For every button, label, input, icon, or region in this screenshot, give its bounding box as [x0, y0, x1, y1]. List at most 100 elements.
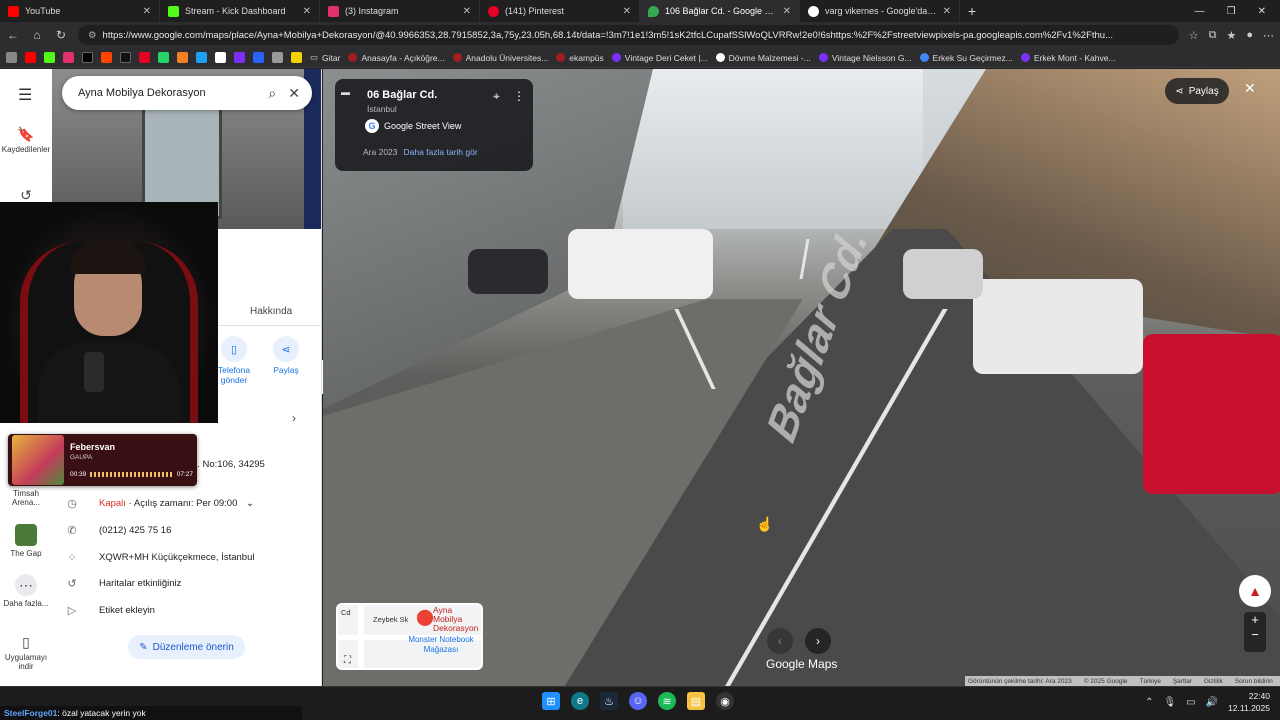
obs-icon[interactable]: ◉: [716, 692, 734, 710]
network-icon[interactable]: ▭: [1186, 697, 1195, 708]
more-button[interactable]: ⋯ Daha fazla...: [0, 574, 52, 608]
bookmark-icon[interactable]: [6, 52, 17, 63]
zoom-in-icon[interactable]: +: [1244, 612, 1266, 627]
tab-pinterest[interactable]: (141) Pinterest ✕: [480, 0, 640, 22]
chevron-right-icon[interactable]: ›: [292, 411, 296, 425]
close-tab-icon[interactable]: ✕: [783, 6, 791, 17]
plus-code-row[interactable]: ⁘ XQWR+MH Küçükçekmece, İstanbul: [65, 551, 254, 564]
suggest-edit-button[interactable]: ✎ Düzenleme önerin: [128, 635, 245, 659]
download-app-button[interactable]: ▯ Uygulamayı indir: [0, 634, 52, 671]
recent-the-gap[interactable]: The Gap: [0, 524, 52, 558]
close-tab-icon[interactable]: ✕: [143, 6, 151, 17]
instagram-icon[interactable]: [63, 52, 74, 63]
file-explorer-icon[interactable]: ▤: [687, 692, 705, 710]
bookmark-icon[interactable]: [234, 52, 245, 63]
close-icon[interactable]: ✕: [1244, 80, 1256, 97]
menu-icon[interactable]: ⋯: [1263, 29, 1274, 42]
volume-icon[interactable]: 🔊: [1206, 697, 1218, 708]
steam-icon[interactable]: ♨: [600, 692, 618, 710]
next-arrow-icon[interactable]: ›: [805, 628, 831, 654]
kick-icon: [168, 5, 179, 17]
extensions-icon[interactable]: ⧉: [1209, 29, 1217, 42]
discord-icon[interactable]: ☺: [629, 692, 647, 710]
pinterest-icon[interactable]: [139, 52, 150, 63]
menu-icon[interactable]: ☰: [18, 85, 32, 105]
maps-activity-row[interactable]: ↺ Haritalar etkinliğiniz: [65, 577, 181, 590]
close-tab-icon[interactable]: ✕: [463, 6, 471, 17]
search-icon[interactable]: ⌕: [268, 85, 276, 102]
bookmark-dovme[interactable]: Dövme Malzemesi -...: [715, 53, 811, 63]
compass-icon[interactable]: ▲: [1239, 575, 1271, 607]
expand-icon[interactable]: ⛶: [344, 655, 351, 666]
microphone-icon[interactable]: 🎙: [1163, 697, 1176, 708]
close-icon[interactable]: ✕: [288, 85, 300, 102]
hours-row[interactable]: ◷ Kapalı · Açılış zamanı: Per 09:00 ⌄: [65, 497, 254, 510]
whatsapp-icon[interactable]: [158, 52, 169, 63]
bookmark-vintage-deri[interactable]: Vintage Deri Ceket |...: [611, 53, 708, 63]
profile-icon[interactable]: ●: [1246, 29, 1253, 42]
favorites-bar-icon[interactable]: ★: [1226, 29, 1236, 42]
taskbar-apps: ⊞ e ♨ ☺ ≋ ▤ ◉: [542, 692, 734, 710]
street-view-share-button[interactable]: ⋖ Paylaş: [1165, 78, 1229, 104]
tab-about[interactable]: Hakkında: [250, 306, 292, 317]
chevron-down-icon[interactable]: ⌄: [246, 498, 254, 509]
back-icon[interactable]: ←: [6, 28, 20, 42]
tab-youtube[interactable]: YouTube ✕: [0, 0, 160, 22]
bookmark-icon[interactable]: [253, 52, 264, 63]
windows-start-icon[interactable]: ⊞: [542, 692, 560, 710]
reload-icon[interactable]: ↻: [54, 28, 68, 42]
restore-icon[interactable]: ❐: [1227, 6, 1236, 17]
clock[interactable]: 22:40 12.11.2025: [1228, 690, 1270, 714]
edge-icon[interactable]: e: [571, 692, 589, 710]
search-box[interactable]: Ayna Mobilya Dekorasyon ⌕ ✕: [62, 76, 312, 110]
youtube-icon[interactable]: [25, 52, 36, 63]
close-tab-icon[interactable]: ✕: [303, 6, 311, 17]
search-input[interactable]: Ayna Mobilya Dekorasyon: [78, 87, 256, 99]
mini-map[interactable]: Cd Zeybek Sk ⬤ Ayna Mobilya Dekorasyon M…: [336, 603, 483, 670]
url-field[interactable]: ⚙ https://www.google.com/maps/place/Ayna+…: [78, 25, 1179, 45]
bookmark-vintage-nielsson[interactable]: Vintage Nielsson G...: [818, 53, 912, 63]
location-pin-icon[interactable]: ⌖: [493, 89, 500, 104]
close-tab-icon[interactable]: ✕: [623, 6, 631, 17]
home-icon[interactable]: ⌂: [30, 28, 44, 42]
send-to-phone-button[interactable]: ▯ Telefona gönder: [215, 336, 253, 385]
zoom-out-icon[interactable]: −: [1244, 627, 1266, 642]
place-pin-icon: ⬤: [416, 609, 434, 626]
site-info-icon[interactable]: ⚙: [88, 30, 97, 41]
tiktok-icon[interactable]: [120, 52, 131, 63]
bookmark-anasayfa[interactable]: Anasayfa - Açıköğre...: [348, 53, 445, 63]
more-dates-link[interactable]: Daha fazla tarih gör: [404, 147, 478, 157]
kick-icon[interactable]: [44, 52, 55, 63]
share-button[interactable]: ⋖ Paylaş: [267, 336, 305, 385]
bookmark-icon[interactable]: [272, 52, 283, 63]
bookmark-icon[interactable]: [196, 52, 207, 63]
add-label-row[interactable]: ▷ Etiket ekleyin: [65, 604, 155, 617]
bookmark-icon[interactable]: [215, 52, 226, 63]
new-tab-button[interactable]: +: [960, 3, 984, 19]
bookmark-erkek-su[interactable]: Erkek Su Geçirmez...: [919, 53, 1013, 63]
thumbnail-icon[interactable]: ▬: [335, 79, 359, 103]
reddit-icon[interactable]: [101, 52, 112, 63]
tab-instagram[interactable]: (3) Instagram ✕: [320, 0, 480, 22]
tab-google-search[interactable]: varg vikernes - Google'da Ara ✕: [800, 0, 960, 22]
recent-timsah-arena[interactable]: Timsah Arena...: [0, 489, 52, 507]
previous-arrow-icon[interactable]: ‹: [767, 628, 793, 654]
phone-row[interactable]: ✆ (0212) 425 75 16: [65, 524, 171, 537]
bookmark-anadolu[interactable]: Anadolu Üniversites...: [452, 53, 548, 63]
spotify-icon[interactable]: ≋: [658, 692, 676, 710]
chevron-up-icon[interactable]: ⌃: [1145, 697, 1153, 708]
x-icon[interactable]: [82, 52, 93, 63]
tab-kick[interactable]: Stream - Kick Dashboard ✕: [160, 0, 320, 22]
close-window-icon[interactable]: ✕: [1258, 6, 1266, 17]
tab-google-maps[interactable]: 106 Bağlar Cd. - Google Haritalar✕: [640, 0, 800, 22]
close-tab-icon[interactable]: ✕: [943, 6, 951, 17]
bookmark-icon[interactable]: [291, 52, 302, 63]
saved-button[interactable]: 🔖 Kaydedilenler: [0, 126, 52, 154]
bookmark-icon[interactable]: [177, 52, 188, 63]
bookmark-erkek-mont[interactable]: Erkek Mont - Kahve...: [1020, 53, 1116, 63]
minimize-icon[interactable]: —: [1195, 6, 1205, 17]
bookmark-ekampus[interactable]: ekampüs: [556, 53, 604, 63]
favorite-icon[interactable]: ☆: [1189, 29, 1199, 42]
bookmark-gitar[interactable]: ▭ Gitar: [310, 52, 340, 63]
more-options-icon[interactable]: ⋮: [513, 89, 525, 103]
